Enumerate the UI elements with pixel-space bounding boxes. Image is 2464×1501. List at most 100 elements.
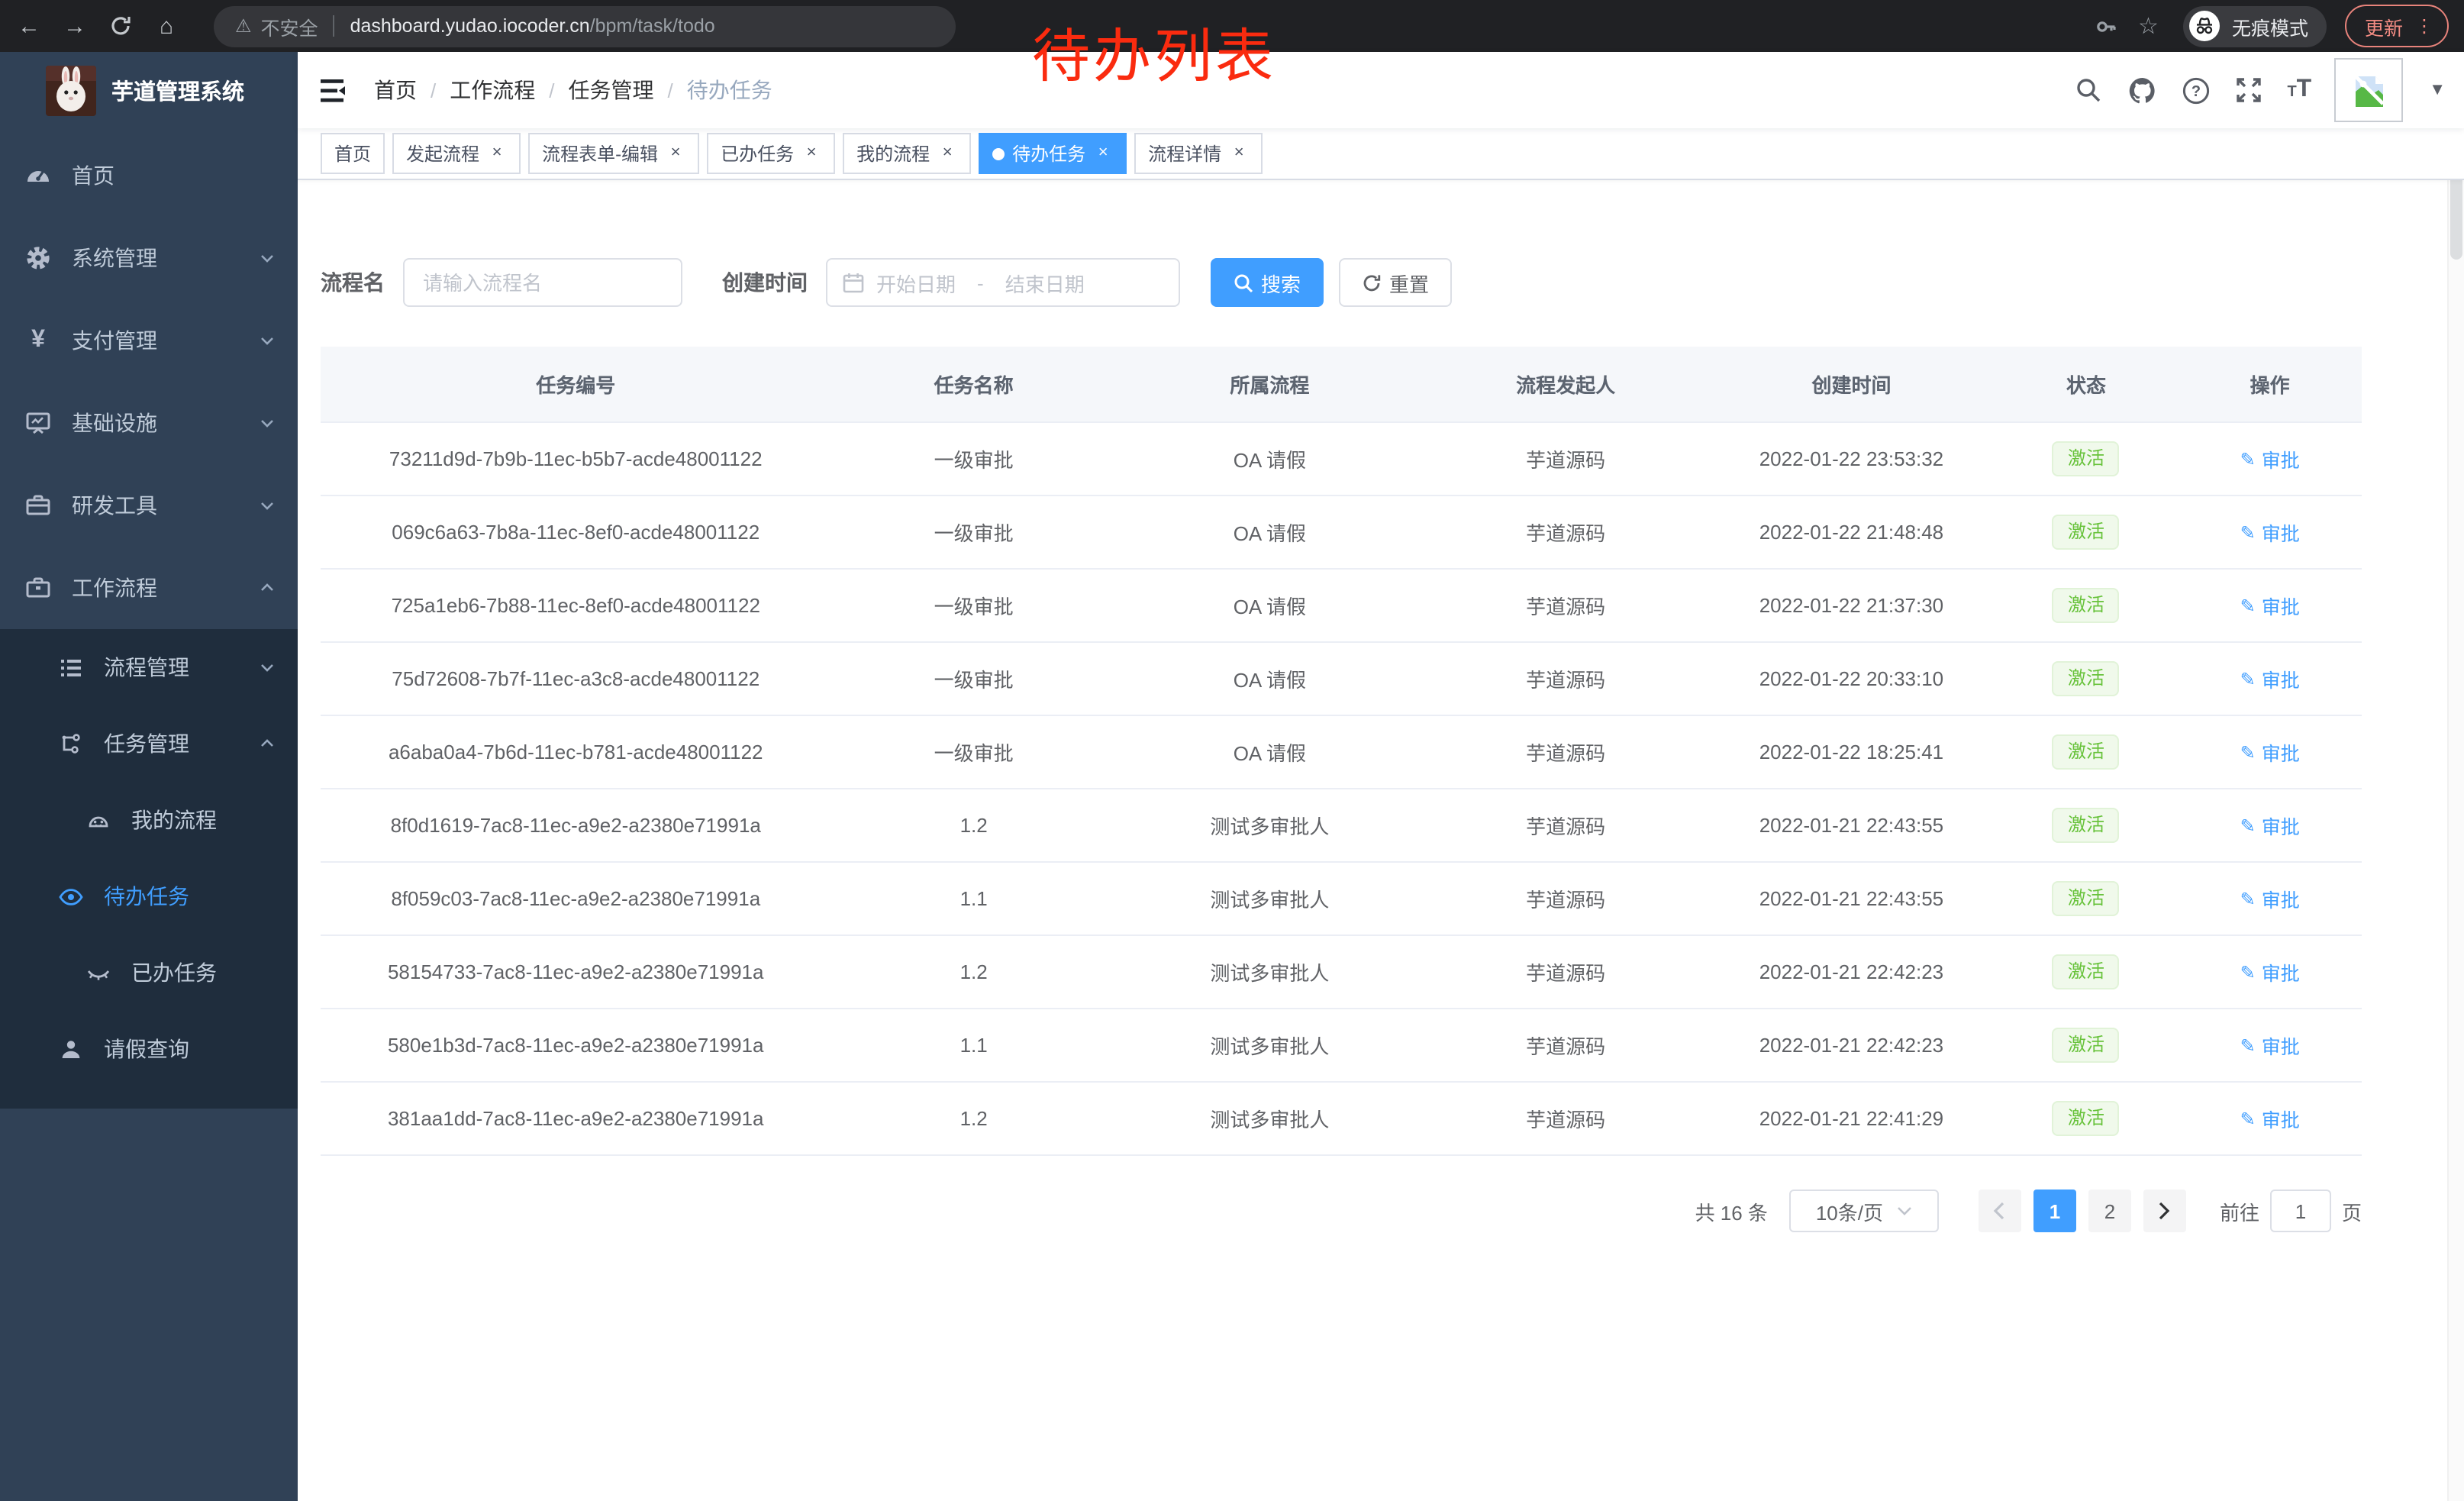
fullscreen-icon[interactable] xyxy=(2233,75,2264,105)
approve-link[interactable]: ✎审批 xyxy=(2240,884,2300,913)
url-path: /bpm/task/todo xyxy=(590,15,715,37)
goto-page-input[interactable] xyxy=(2270,1190,2331,1232)
tab-close-icon[interactable]: × xyxy=(487,144,507,163)
navbar-actions: ? TT ▼ xyxy=(2073,58,2464,122)
tab-start-process[interactable]: 发起流程× xyxy=(392,133,521,174)
page-size-select[interactable]: 10条/页 xyxy=(1789,1190,1939,1232)
sidebar-item-process-mgmt[interactable]: 流程管理 xyxy=(0,629,298,705)
tab-label: 流程表单-编辑 xyxy=(542,140,658,166)
tab-process-detail[interactable]: 流程详情× xyxy=(1134,133,1263,174)
password-key-icon[interactable] xyxy=(2094,15,2117,37)
approve-link[interactable]: ✎审批 xyxy=(2240,444,2300,473)
update-button[interactable]: 更新 ⋮ xyxy=(2345,5,2449,47)
tab-my-process[interactable]: 我的流程 × xyxy=(843,133,971,174)
sidebar-item-infra[interactable]: 基础设施 xyxy=(0,382,298,464)
col-task-name: 任务名称 xyxy=(831,347,1117,422)
sidebar-item-label: 我的流程 xyxy=(131,805,217,835)
sidebar-item-my-process[interactable]: 我的流程 xyxy=(0,782,298,858)
chrome-menu-icon[interactable]: ⋮ xyxy=(2415,15,2433,37)
face-icon xyxy=(85,807,111,833)
approve-link[interactable]: ✎审批 xyxy=(2240,1031,2300,1060)
cell-starter: 芋道源码 xyxy=(1423,642,1708,715)
search-button-label: 搜索 xyxy=(1261,268,1301,297)
process-name-label: 流程名 xyxy=(321,267,385,298)
cell-create-time: 2022-01-21 22:42:23 xyxy=(1708,935,1994,1009)
app-logo[interactable]: 芋道管理系统 xyxy=(0,52,298,128)
tab-close-icon[interactable]: × xyxy=(1229,144,1249,163)
chevron-down-icon xyxy=(258,414,276,432)
sidebar-item-done-task[interactable]: 已办任务 xyxy=(0,934,298,1011)
cell-process: 测试多审批人 xyxy=(1117,1082,1423,1155)
approve-link[interactable]: ✎审批 xyxy=(2240,591,2300,620)
cell-process: OA 请假 xyxy=(1117,715,1423,789)
tab-done-task[interactable]: 已办任务× xyxy=(707,133,835,174)
browser-home-icon[interactable]: ⌂ xyxy=(144,13,189,39)
approve-link[interactable]: ✎审批 xyxy=(2240,738,2300,767)
tab-close-icon[interactable]: × xyxy=(801,144,821,163)
sidebar-item-task-mgmt[interactable]: 任务管理 xyxy=(0,705,298,782)
main-area: 首页 / 工作流程 / 任务管理 / 待办任务 ? xyxy=(298,52,2464,1501)
search-icon[interactable] xyxy=(2073,75,2104,105)
tab-todo-task[interactable]: 待办任务× xyxy=(979,133,1127,174)
reset-button[interactable]: 重置 xyxy=(1339,258,1452,307)
browser-reload-icon[interactable] xyxy=(98,15,144,36)
status-badge: 激活 xyxy=(2053,1028,2120,1063)
cell-task-name: 一级审批 xyxy=(831,715,1117,789)
col-task-id: 任务编号 xyxy=(321,347,831,422)
cell-task-name: 1.2 xyxy=(831,935,1117,1009)
sidebar-collapse-icon[interactable] xyxy=(321,77,350,103)
breadcrumb-home[interactable]: 首页 xyxy=(374,75,417,105)
tab-label: 我的流程 xyxy=(856,140,930,166)
approve-link[interactable]: ✎审批 xyxy=(2240,957,2300,986)
help-question-icon[interactable]: ? xyxy=(2180,75,2211,105)
cell-starter: 芋道源码 xyxy=(1423,422,1708,495)
page-button-1[interactable]: 1 xyxy=(2033,1190,2076,1232)
sidebar-item-devtools[interactable]: 研发工具 xyxy=(0,464,298,547)
cell-task-name: 1.2 xyxy=(831,789,1117,862)
page-button-2[interactable]: 2 xyxy=(2088,1190,2131,1232)
page-scrollbar[interactable] xyxy=(2447,52,2464,1501)
cell-create-time: 2022-01-21 22:41:29 xyxy=(1708,1082,1994,1155)
prev-page-button[interactable] xyxy=(1979,1190,2021,1232)
search-button[interactable]: 搜索 xyxy=(1211,258,1324,307)
tab-close-icon[interactable]: × xyxy=(937,144,957,163)
approve-label: 审批 xyxy=(2262,811,2300,840)
tab-close-icon[interactable]: × xyxy=(666,144,685,163)
page-number-list: 12 xyxy=(2027,1190,2137,1232)
sidebar-item-leave-query[interactable]: 请假查询 xyxy=(0,1011,298,1087)
sidebar-item-workflow[interactable]: 工作流程 xyxy=(0,547,298,629)
browser-back-icon[interactable]: ← xyxy=(6,13,52,39)
col-actions: 操作 xyxy=(2178,347,2362,422)
pagination: 共 16 条 10条/页 12 前往 页 xyxy=(321,1190,2362,1232)
avatar-caret-icon[interactable]: ▼ xyxy=(2429,81,2446,99)
cell-create-time: 2022-01-22 20:33:10 xyxy=(1708,642,1994,715)
browser-forward-icon[interactable]: → xyxy=(52,13,98,39)
avatar[interactable] xyxy=(2334,58,2403,122)
cell-process: 测试多审批人 xyxy=(1117,789,1423,862)
next-page-button[interactable] xyxy=(2143,1190,2186,1232)
font-size-icon[interactable]: TT xyxy=(2287,78,2311,102)
table-row: 381aa1dd-7ac8-11ec-a9e2-a2380e71991a 1.2… xyxy=(321,1082,2362,1155)
cell-task-name: 一级审批 xyxy=(831,422,1117,495)
sidebar-item-todo-task[interactable]: 待办任务 xyxy=(0,858,298,934)
bookmark-star-icon[interactable]: ☆ xyxy=(2138,12,2159,40)
approve-link[interactable]: ✎审批 xyxy=(2240,664,2300,693)
date-range-picker[interactable]: 开始日期 - 结束日期 xyxy=(826,258,1180,307)
col-process: 所属流程 xyxy=(1117,347,1423,422)
approve-label: 审批 xyxy=(2262,591,2300,620)
tab-close-icon[interactable]: × xyxy=(1093,144,1113,163)
process-name-input[interactable] xyxy=(403,258,682,307)
url-bar[interactable]: ⚠ 不安全 dashboard.yudao.iocoder.cn/bpm/tas… xyxy=(214,5,956,47)
github-icon[interactable] xyxy=(2127,75,2157,105)
breadcrumb-task-mgmt[interactable]: 任务管理 xyxy=(569,75,654,105)
approve-link[interactable]: ✎审批 xyxy=(2240,1104,2300,1133)
approve-link[interactable]: ✎审批 xyxy=(2240,811,2300,840)
sidebar-item-system[interactable]: 系统管理 xyxy=(0,217,298,299)
tab-home[interactable]: 首页 xyxy=(321,133,385,174)
tab-form-edit[interactable]: 流程表单-编辑 × xyxy=(528,133,699,174)
goto-suffix: 页 xyxy=(2342,1196,2362,1225)
sidebar-item-home[interactable]: 首页 xyxy=(0,134,298,217)
breadcrumb-workflow[interactable]: 工作流程 xyxy=(450,75,535,105)
sidebar-item-payment[interactable]: ¥ 支付管理 xyxy=(0,299,298,382)
approve-link[interactable]: ✎审批 xyxy=(2240,518,2300,547)
